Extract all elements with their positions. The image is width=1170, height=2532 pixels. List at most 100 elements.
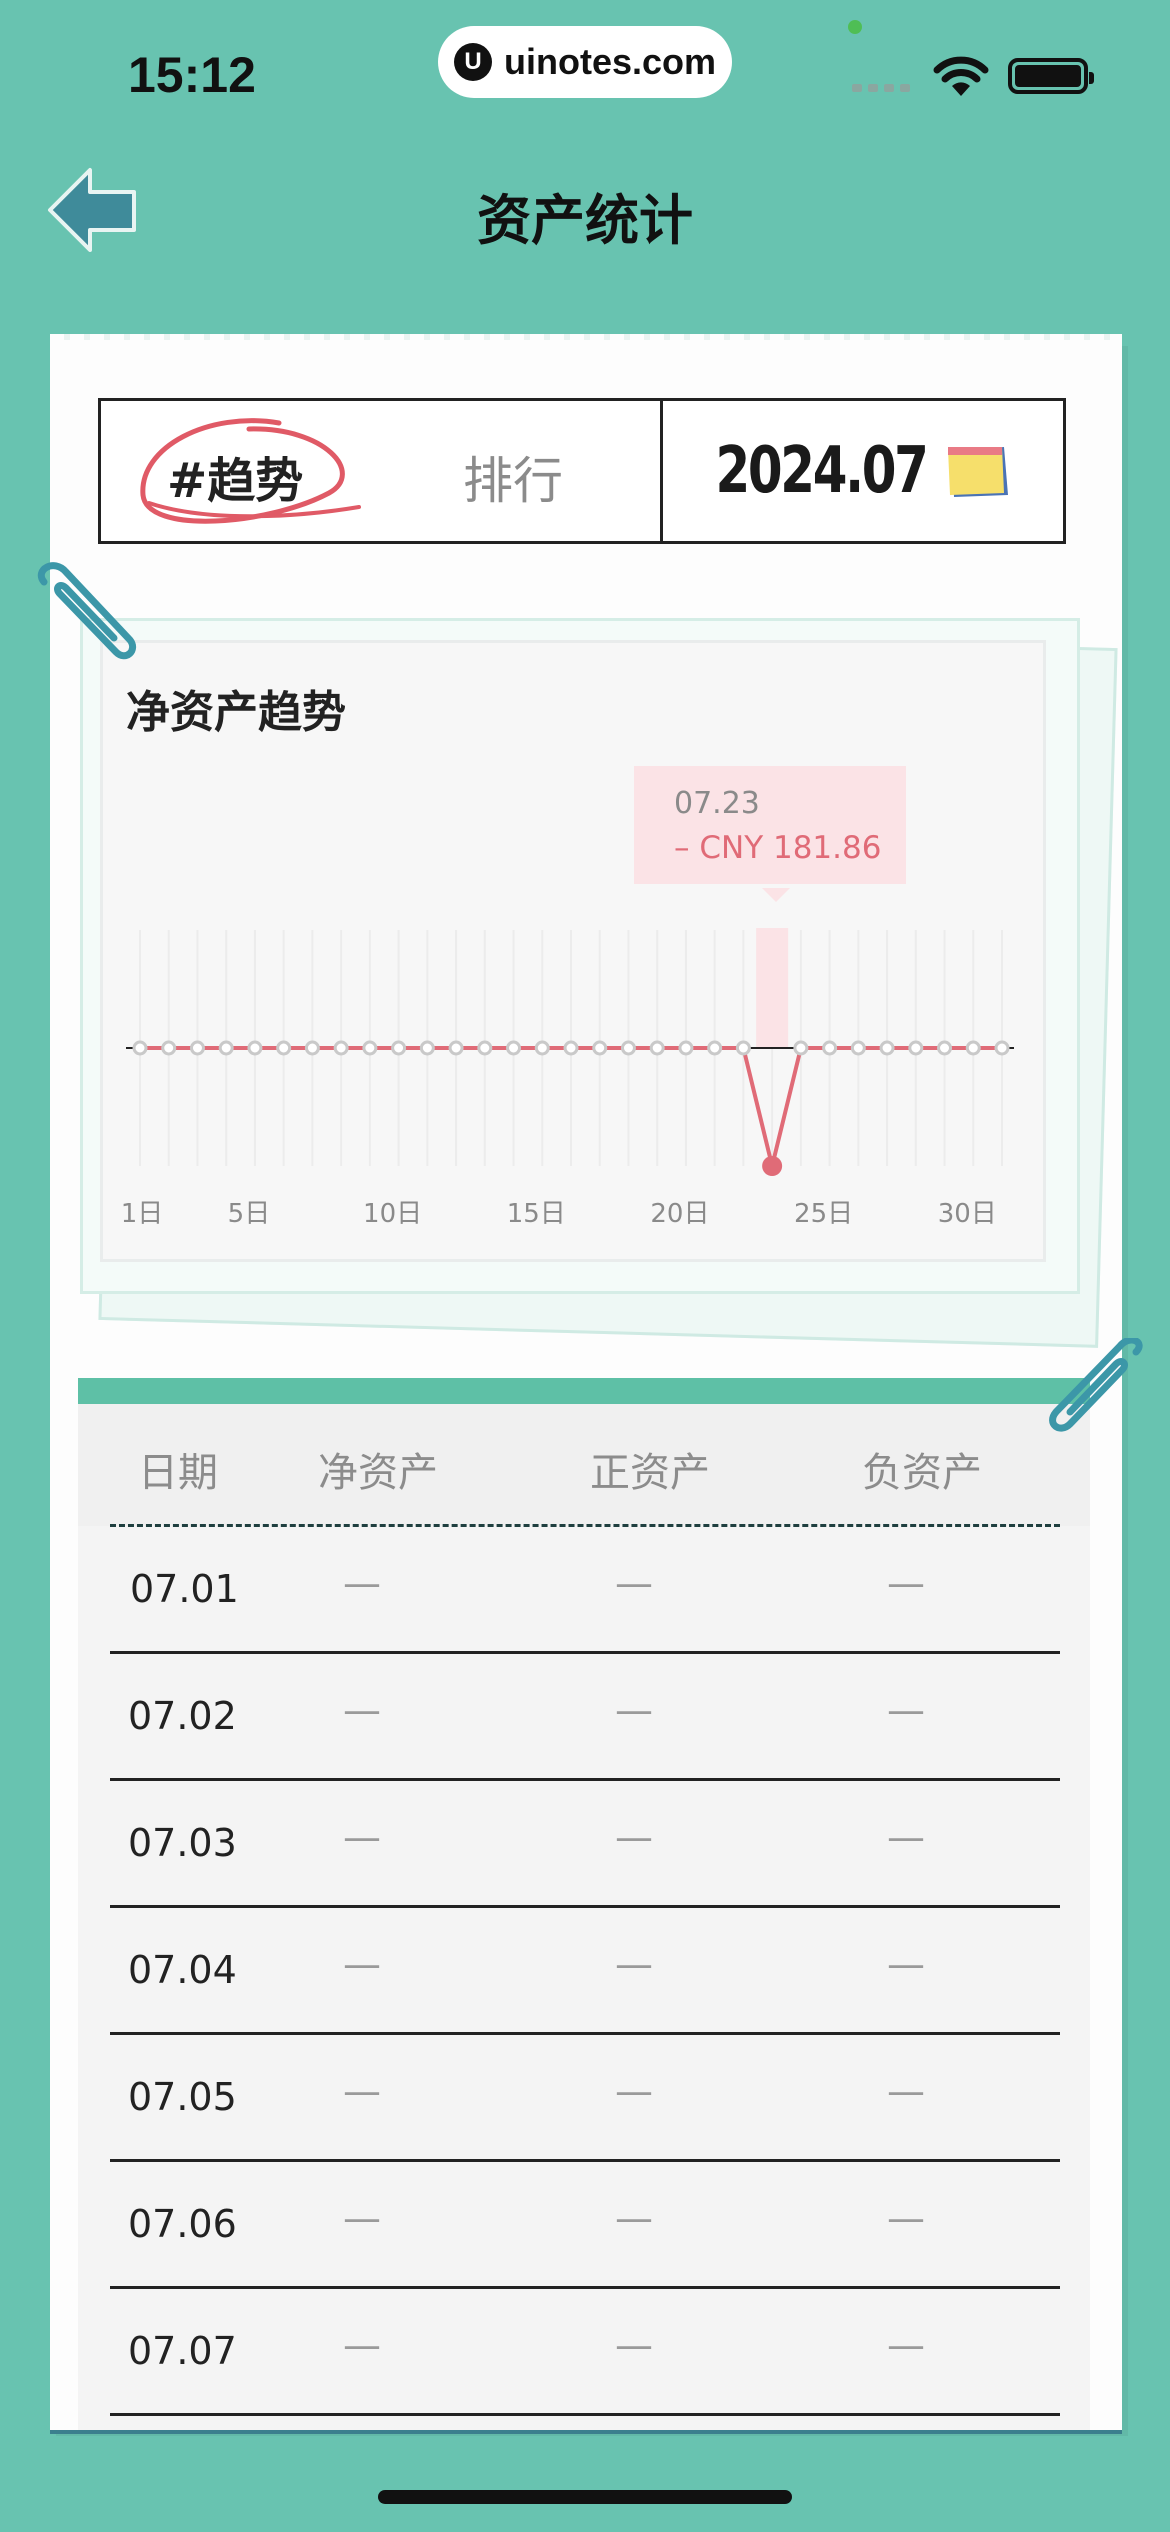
table-row[interactable]: 07.06 — — —	[110, 2162, 1060, 2289]
data-point	[678, 1040, 694, 1056]
data-point	[620, 1040, 636, 1056]
row-date: 07.02	[128, 1694, 237, 1738]
data-point	[362, 1040, 378, 1056]
row-negative-assets: —	[887, 1942, 925, 1986]
x-tick-label: 25日	[794, 1199, 853, 1229]
column-header-negative-assets: 负资产	[862, 1450, 982, 1496]
row-negative-assets: —	[887, 2323, 925, 2367]
privacy-indicator	[848, 20, 862, 34]
tab-rank[interactable]: 排行	[463, 441, 563, 513]
column-header-date: 日期	[138, 1450, 218, 1496]
tab-trend[interactable]: #趋势	[167, 441, 303, 511]
data-point	[937, 1040, 953, 1056]
data-point	[448, 1040, 464, 1056]
row-net-assets: —	[343, 2069, 381, 2113]
data-point	[477, 1040, 493, 1056]
highlight-band	[756, 928, 789, 1048]
row-net-assets: —	[343, 2196, 381, 2240]
url-text: uinotes.com	[503, 41, 717, 82]
row-positive-assets: —	[615, 1815, 653, 1859]
calendar-icon	[948, 447, 1009, 497]
tooltip-date: 07.23	[674, 786, 760, 821]
row-net-assets: —	[343, 1942, 381, 1986]
row-negative-assets: —	[887, 1815, 925, 1859]
row-negative-assets: —	[887, 2069, 925, 2113]
battery-icon	[1008, 58, 1094, 94]
column-header-net-assets: 净资产	[318, 1450, 438, 1496]
row-negative-assets: —	[887, 2196, 925, 2240]
month-label: 2024.07	[715, 434, 928, 508]
x-tick-label: 20日	[650, 1199, 709, 1229]
cellular-signal-icon	[852, 84, 910, 92]
wifi-icon	[933, 56, 989, 96]
data-point	[534, 1040, 550, 1056]
tooltip-value: – CNY 181.86	[674, 830, 882, 866]
row-negative-assets: —	[887, 1688, 925, 1732]
table-row[interactable]: 07.07 — — —	[110, 2289, 1060, 2416]
data-point	[189, 1040, 205, 1056]
month-picker[interactable]: 2024.07	[663, 401, 1063, 541]
data-point	[276, 1040, 292, 1056]
row-net-assets: —	[343, 1688, 381, 1732]
paperclip-icon	[1049, 1338, 1143, 1432]
data-point	[592, 1040, 608, 1056]
x-tick-label: 5日	[228, 1199, 271, 1229]
tab-group: #趋势 排行	[101, 401, 663, 541]
data-point	[793, 1040, 809, 1056]
table-row[interactable]: 07.04 — — —	[110, 1908, 1060, 2035]
row-positive-assets: —	[615, 1561, 653, 1605]
x-tick-label: 15日	[507, 1199, 566, 1229]
row-net-assets: —	[343, 1561, 381, 1605]
data-point	[649, 1040, 665, 1056]
data-point	[822, 1040, 838, 1056]
row-positive-assets: —	[615, 2196, 653, 2240]
x-tick-label: 30日	[938, 1199, 997, 1229]
chart-tooltip: 07.23 – CNY 181.86	[634, 766, 906, 902]
table-row[interactable]: 07.03 — — —	[110, 1781, 1060, 1908]
data-point	[161, 1040, 177, 1056]
row-date: 07.03	[128, 1821, 237, 1865]
row-net-assets: —	[343, 2323, 381, 2367]
row-date: 07.07	[128, 2329, 237, 2373]
url-pill[interactable]: U uinotes.com	[438, 26, 732, 98]
data-point	[965, 1040, 981, 1056]
data-point	[735, 1040, 751, 1056]
data-point	[994, 1040, 1010, 1056]
data-point	[218, 1040, 234, 1056]
data-point-highlight	[762, 1156, 783, 1176]
site-logo-icon: U	[453, 43, 492, 81]
data-point	[132, 1040, 148, 1056]
table-row[interactable]: 07.01 — — —	[110, 1527, 1060, 1654]
row-positive-assets: —	[615, 2069, 653, 2113]
data-point	[908, 1040, 924, 1056]
data-point	[879, 1040, 895, 1056]
data-point	[333, 1040, 349, 1056]
status-time: 15:12	[128, 47, 256, 103]
paperclip-icon	[38, 562, 137, 660]
page-title: 资产统计	[477, 189, 693, 252]
data-point	[707, 1040, 723, 1056]
data-point	[850, 1040, 866, 1056]
status-bar: 15:12 U uinotes.com	[0, 0, 1170, 150]
x-tick-label: 10日	[363, 1199, 422, 1229]
row-date: 07.04	[128, 1948, 237, 1992]
data-point	[304, 1040, 320, 1056]
table-row[interactable]: 07.02 — — —	[110, 1654, 1060, 1781]
row-positive-assets: —	[615, 1688, 653, 1732]
row-negative-assets: —	[887, 1561, 925, 1605]
row-positive-assets: —	[615, 1942, 653, 1986]
home-indicator[interactable]	[378, 2490, 792, 2504]
row-date: 07.05	[128, 2075, 237, 2119]
chart-title: 净资产趋势	[126, 687, 346, 738]
table-accent-bar	[78, 1378, 1090, 1404]
x-tick-label: 1日	[121, 1199, 164, 1229]
column-header-positive-assets: 正资产	[590, 1450, 710, 1496]
table-row[interactable]: 07.05 — — —	[110, 2035, 1060, 2162]
data-point	[391, 1040, 407, 1056]
data-point	[419, 1040, 435, 1056]
row-date: 07.01	[130, 1567, 239, 1611]
data-point	[563, 1040, 579, 1056]
row-date: 07.06	[128, 2202, 237, 2246]
row-net-assets: —	[343, 1815, 381, 1859]
data-point	[247, 1040, 263, 1056]
